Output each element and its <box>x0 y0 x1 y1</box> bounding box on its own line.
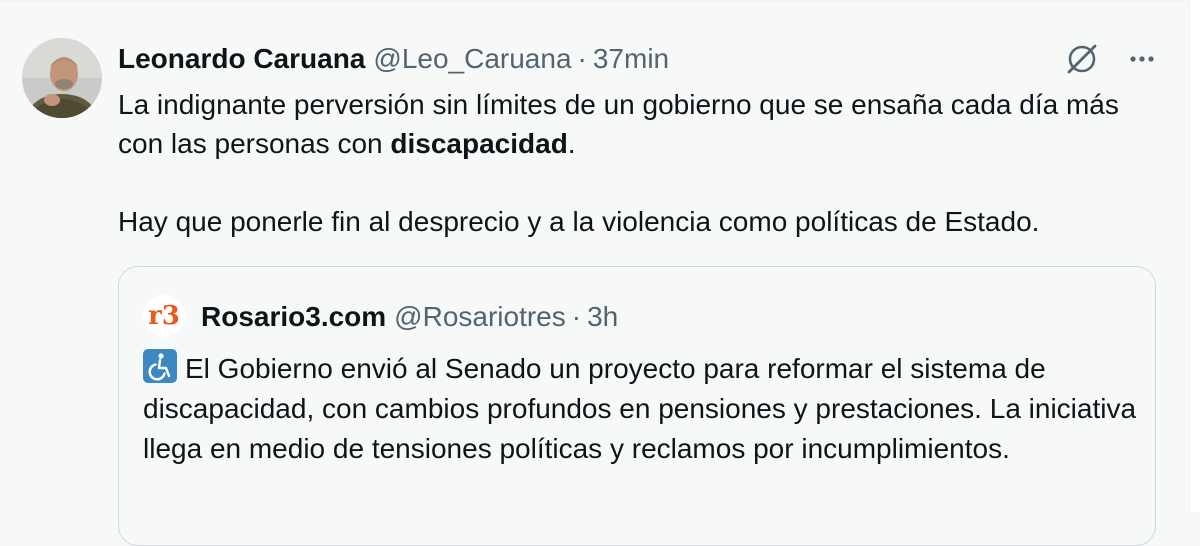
tweet-text: La indignante perversión sin límites de … <box>118 85 1168 241</box>
quote-author-handle[interactable]: @Rosariotres <box>394 301 566 333</box>
more-dots-icon[interactable] <box>1122 39 1162 79</box>
author-avatar[interactable] <box>22 38 102 118</box>
header-separator: · <box>577 43 587 74</box>
tweet-actions <box>1062 39 1162 79</box>
tweet-header: Leonardo Caruana @Leo_Caruana · 37min <box>118 41 669 77</box>
right-gutter <box>1190 0 1200 512</box>
tweet-timestamp[interactable]: 37min <box>593 41 669 77</box>
tweet-paragraph-2: Hay que ponerle fin al desprecio y a la … <box>118 206 1040 237</box>
avatar-photo <box>22 38 102 118</box>
grok-slash-icon[interactable] <box>1062 39 1102 79</box>
tweet-paragraph-1: La indignante perversión sin límites de … <box>118 85 1168 163</box>
quote-author-name[interactable]: Rosario3.com <box>201 301 386 333</box>
logo-digit-3: 3 <box>161 301 180 331</box>
tweet-card[interactable]: Leonardo Caruana @Leo_Caruana · 37min La… <box>0 0 1190 546</box>
logo-letter-r: r <box>148 301 162 331</box>
author-name[interactable]: Leonardo Caruana <box>118 41 365 77</box>
quote-header-separator: · <box>571 301 582 332</box>
tweet-text-period: . <box>567 128 576 159</box>
quote-text: El Gobierno envió al Senado un proyecto … <box>143 349 1143 469</box>
tweet-text-part: La indignante perversión sin límites de … <box>118 89 1119 159</box>
quote-body-text: El Gobierno envió al Senado un proyecto … <box>143 353 1137 464</box>
quote-header: Rosario3.com @Rosariotres · 3h <box>201 297 618 337</box>
author-handle[interactable]: @Leo_Caruana <box>373 41 571 77</box>
quote-timestamp[interactable]: 3h <box>587 301 618 333</box>
hashtag-emphasis: discapacidad <box>390 128 568 159</box>
quoted-tweet[interactable]: r3 Rosario3.com @Rosariotres · 3h El Gob… <box>118 266 1156 546</box>
quote-author-avatar[interactable]: r3 <box>143 295 185 337</box>
wheelchair-symbol-icon <box>143 349 177 383</box>
